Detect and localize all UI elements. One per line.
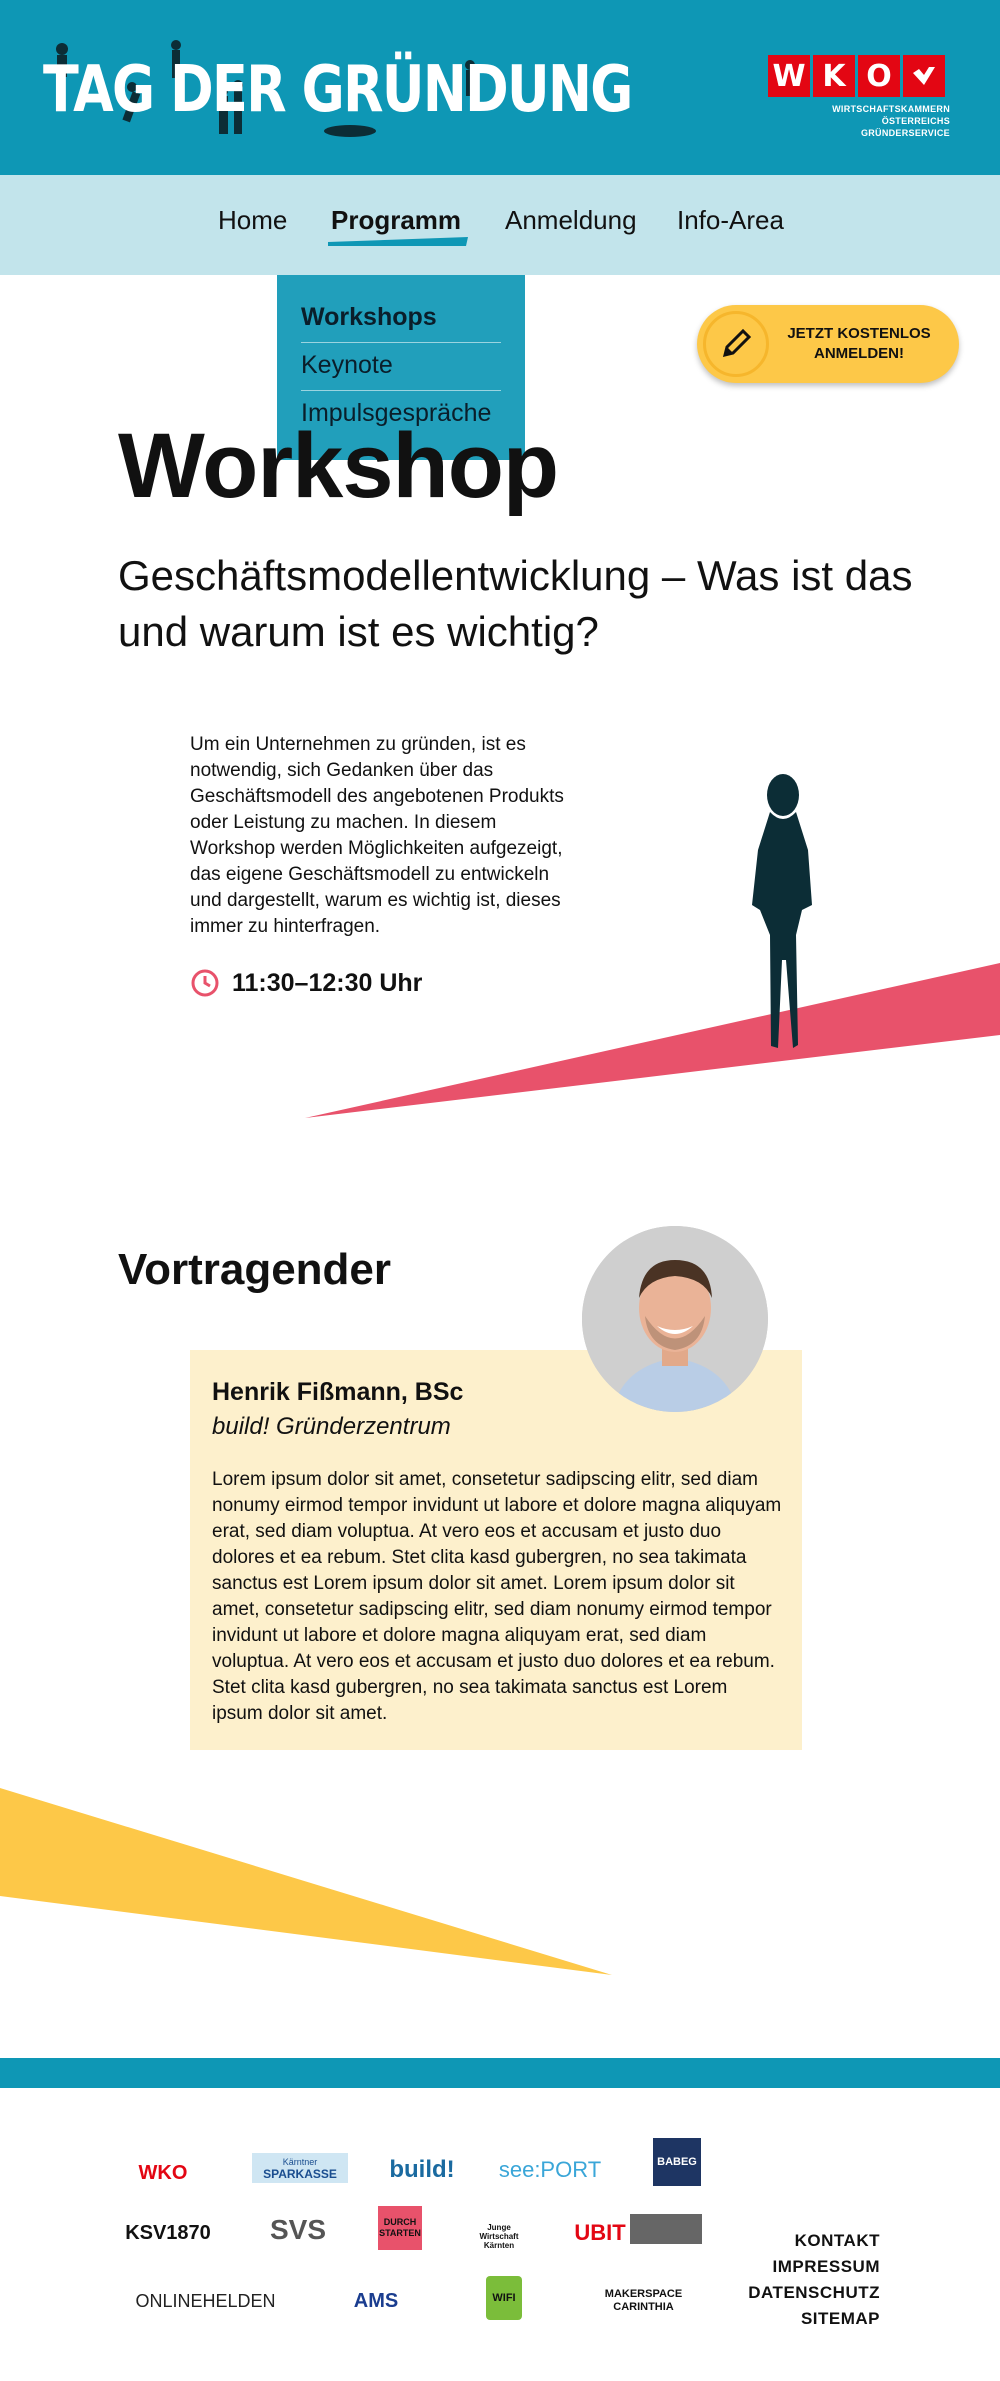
footer-link-sitemap[interactable]: SITEMAP xyxy=(748,2306,880,2332)
nav-item-anmeldung[interactable]: Anmeldung xyxy=(505,205,637,236)
workshop-description: Um ein Unternehmen zu gründen, ist es no… xyxy=(190,734,564,937)
woman-silhouette xyxy=(752,774,812,1048)
speaker-organization: build! Gründerzentrum xyxy=(212,1413,451,1440)
dropdown-item-keynote[interactable]: Keynote xyxy=(301,343,501,391)
avatar xyxy=(582,1226,768,1412)
speaker-bio: Lorem ipsum dolor sit amet, consetetur s… xyxy=(212,1469,782,1724)
wko-logo[interactable]: W K O WIRTSCHAFTSKAMMERN ÖSTERREICHS GRÜ… xyxy=(768,55,950,139)
workshop-time: 11:30–12:30 Uhr xyxy=(190,968,422,998)
sponsor-logo-ksv[interactable]: KSV1870 xyxy=(118,2208,218,2258)
register-cta-button[interactable]: JETZT KOSTENLOS ANMELDEN! xyxy=(697,305,959,383)
wko-tagline: WIRTSCHAFTSKAMMERN ÖSTERREICHS xyxy=(832,104,950,126)
speaker-section-title: Vortragender xyxy=(118,1245,392,1294)
sponsor-logo-ubit[interactable]: UBIT xyxy=(574,2208,625,2258)
wko-letter: K xyxy=(813,55,855,97)
site-header: TAG DER GRÜNDUNG W K O WIRTSCHAFTSKAMMER… xyxy=(0,0,1000,175)
sparkasse-name: SPARKASSE xyxy=(263,2167,337,2181)
sponsor-logo-junge-wirtschaft[interactable]: Junge Wirtschaft Kärnten xyxy=(468,2206,530,2250)
clock-icon xyxy=(191,969,219,997)
time-label: 11:30–12:30 Uhr xyxy=(232,968,423,997)
sponsor-logo-babeg[interactable]: BABEG xyxy=(653,2138,701,2186)
speaker-card: Henrik Fißmann, BSc build! Gründerzentru… xyxy=(190,1350,802,1750)
nav-item-programm[interactable]: Programm xyxy=(331,205,461,236)
sponsor-logo-wifi[interactable]: WIFI xyxy=(486,2276,522,2320)
sponsor-logo-durch-starten[interactable]: DURCH STARTEN xyxy=(378,2206,422,2250)
sponsor-logo-makerspace[interactable]: MAKERSPACE CARINTHIA xyxy=(580,2276,707,2326)
sponsor-logo-wko[interactable]: WKO xyxy=(118,2148,208,2198)
yellow-stripe xyxy=(0,1788,612,1975)
footer-link-kontakt[interactable]: KONTAKT xyxy=(748,2228,880,2254)
sponsor-logo-onlinehelden[interactable]: ONLINEHELDEN xyxy=(118,2276,293,2326)
footer-links: KONTAKT IMPRESSUM DATENSCHUTZ SITEMAP xyxy=(748,2228,880,2332)
footer-link-impressum[interactable]: IMPRESSUM xyxy=(748,2254,880,2280)
nav-item-info-area[interactable]: Info-Area xyxy=(677,205,784,236)
sponsor-logo-seaport[interactable]: see:PORT xyxy=(495,2145,605,2195)
cta-label: JETZT KOSTENLOS ANMELDEN! xyxy=(787,325,931,362)
nav-item-home[interactable]: Home xyxy=(218,205,287,236)
dropdown-item-workshops[interactable]: Workshops xyxy=(301,295,501,343)
sponsor-logo-ubit-badge xyxy=(630,2214,702,2244)
pencil-icon xyxy=(703,311,769,377)
wko-subtagline: GRÜNDERSERVICE xyxy=(860,128,950,138)
workshop-subtitle: Geschäftsmodellentwicklung – Was ist das… xyxy=(118,552,913,655)
sponsor-logo-ams[interactable]: AMS xyxy=(343,2276,409,2326)
sponsor-logo-build[interactable]: build! xyxy=(389,2145,454,2195)
wko-letter: W xyxy=(768,55,810,97)
footer-link-datenschutz[interactable]: DATENSCHUTZ xyxy=(748,2280,880,2306)
active-nav-underline xyxy=(328,237,468,246)
site-logo-title[interactable]: TAG DER GRÜNDUNG xyxy=(43,58,633,122)
footer-bar xyxy=(0,2058,1000,2088)
sponsor-logo-svs[interactable]: SVS xyxy=(268,2205,328,2255)
main-nav: Home Programm Anmeldung Info-Area xyxy=(0,175,1000,275)
wko-letter: O xyxy=(858,55,900,97)
page-title: Workshop xyxy=(118,415,559,517)
wko-arrow-icon xyxy=(903,55,945,97)
sponsor-logo-sparkasse[interactable]: Kärntner SPARKASSE xyxy=(252,2153,348,2183)
